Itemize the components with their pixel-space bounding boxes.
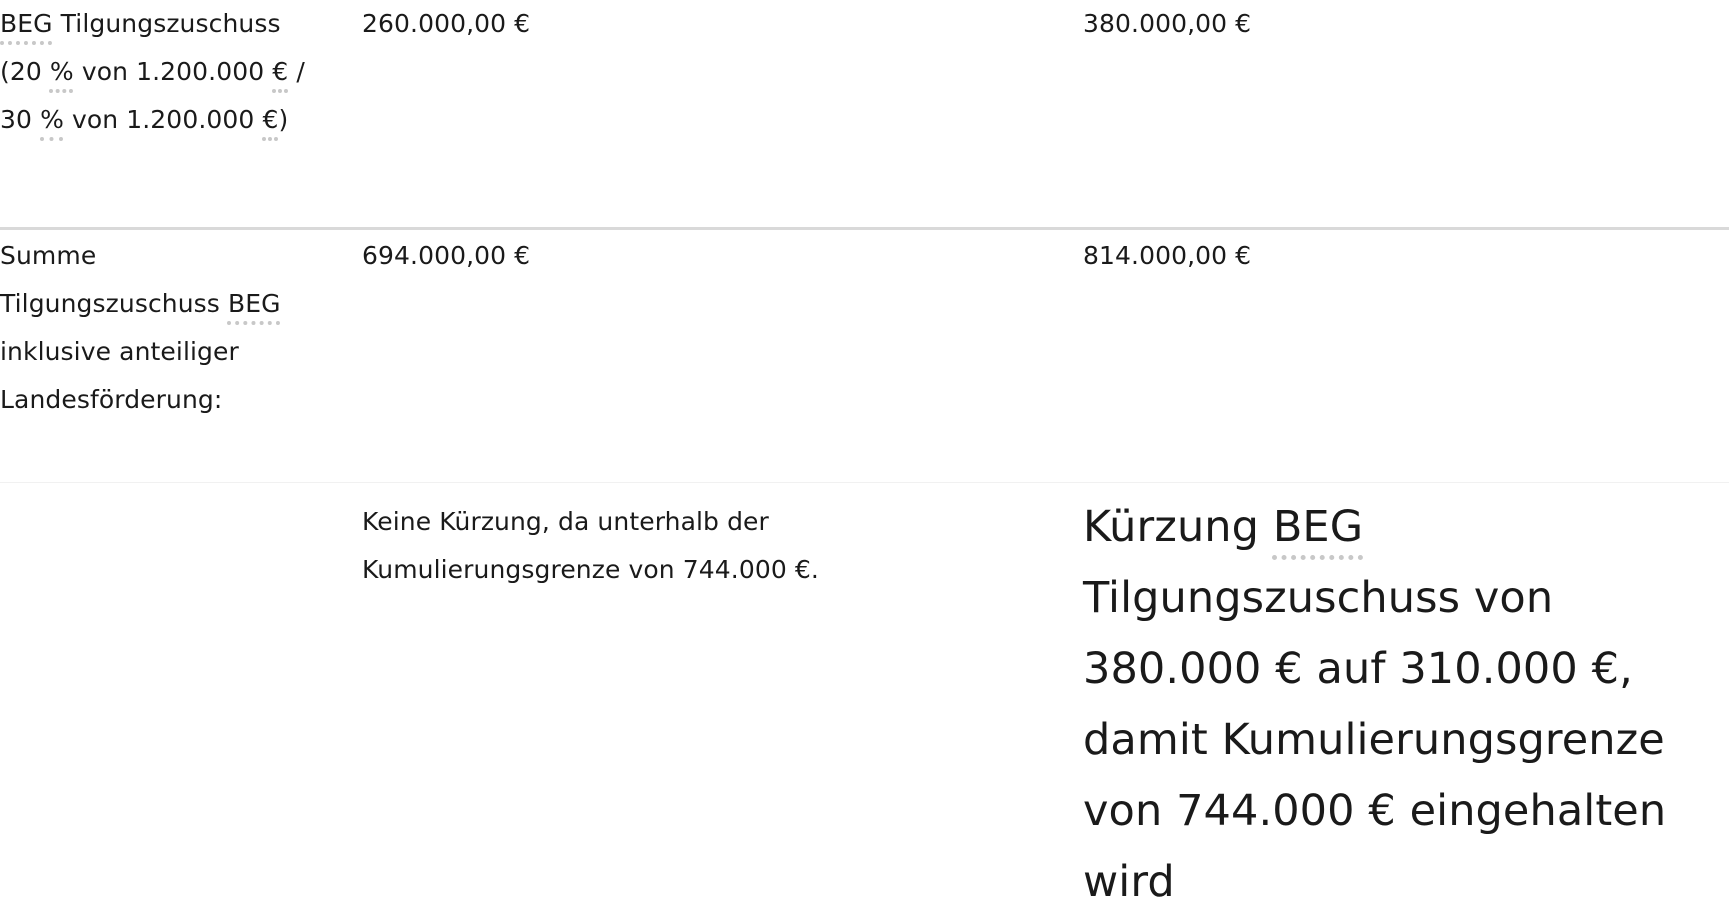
cell-note-large: Kürzung BEG Tilgungszuschuss von 380.000… xyxy=(1083,492,1729,918)
cell-value: 814.000,00 € xyxy=(1083,241,1252,270)
abbreviation-percent[interactable]: % xyxy=(50,57,74,86)
row-label: Summe Tilgungszuschuss BEG inklusive ant… xyxy=(0,232,312,424)
value-cell-scenario-1: 694.000,00 € xyxy=(362,230,922,280)
cell-value: 380.000,00 € xyxy=(1083,9,1252,38)
note-text: Kürzung xyxy=(1083,502,1273,552)
abbreviation-beg[interactable]: BEG xyxy=(228,289,281,318)
abbreviation-percent[interactable]: % xyxy=(40,105,64,134)
label-text: von 1.200.000 xyxy=(73,57,273,86)
abbreviation-beg[interactable]: BEG xyxy=(1273,502,1363,552)
cell-value: 260.000,00 € xyxy=(362,9,531,38)
label-text: Summe Tilgungszuschuss xyxy=(0,241,228,318)
table-row: BEG Tilgungszuschuss (20 % von 1.200.000… xyxy=(0,0,1729,230)
row-label-cell: Summe Tilgungszuschuss BEG inklusive ant… xyxy=(0,230,312,424)
note-cell-scenario-1: Keine Kürzung, da unterhalb der Kumulier… xyxy=(362,482,922,594)
label-text: von 1.200.000 xyxy=(63,105,263,134)
table-row: Summe Tilgungszuschuss BEG inklusive ant… xyxy=(0,230,1729,482)
cell-note: Keine Kürzung, da unterhalb der Kumulier… xyxy=(362,507,819,584)
note-cell-scenario-2: Kürzung BEG Tilgungszuschuss von 380.000… xyxy=(1083,482,1729,918)
cell-value: 694.000,00 € xyxy=(362,241,531,270)
value-cell-scenario-2: 380.000,00 € xyxy=(1083,0,1729,48)
value-cell-scenario-2: 814.000,00 € xyxy=(1083,230,1729,280)
label-text: inklusive anteiliger Landesförderung: xyxy=(0,337,239,414)
row-label: BEG Tilgungszuschuss (20 % von 1.200.000… xyxy=(0,0,312,144)
abbreviation-euro[interactable]: € xyxy=(272,57,288,86)
note-text: Tilgungszuschuss von 380.000 € auf 310.0… xyxy=(1083,573,1667,907)
label-text: ) xyxy=(278,105,289,134)
row-label-cell: BEG Tilgungszuschuss (20 % von 1.200.000… xyxy=(0,0,312,144)
value-cell-scenario-1: 260.000,00 € xyxy=(362,0,922,48)
table-row: Keine Kürzung, da unterhalb der Kumulier… xyxy=(0,482,1729,907)
abbreviation-euro[interactable]: € xyxy=(262,105,278,134)
abbreviation-beg[interactable]: BEG xyxy=(0,9,53,38)
